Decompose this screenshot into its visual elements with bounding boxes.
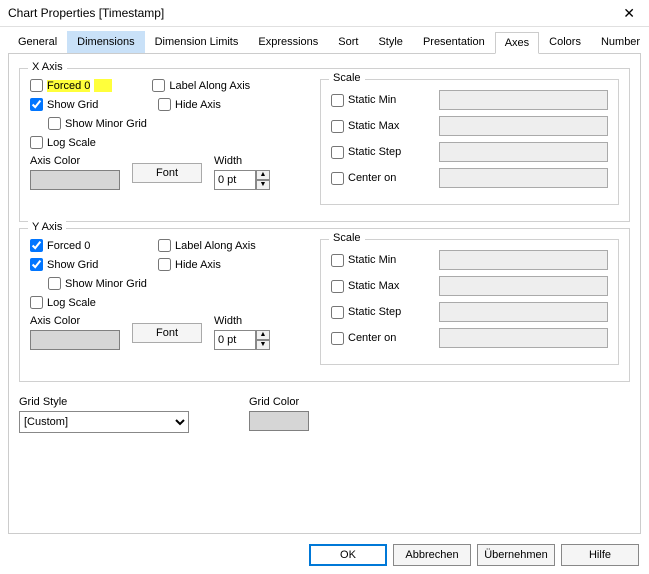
- y-static-min-input[interactable]: [439, 250, 608, 270]
- x-axis-color-label: Axis Color: [30, 155, 120, 167]
- x-static-max-input[interactable]: [439, 116, 608, 136]
- x-show-minor-grid-checkbox[interactable]: Show Minor Grid: [48, 117, 310, 130]
- x-axis-legend: X Axis: [28, 61, 67, 73]
- y-show-minor-grid-checkbox[interactable]: Show Minor Grid: [48, 277, 310, 290]
- y-center-on-checkbox[interactable]: Center on: [331, 332, 431, 345]
- y-hide-axis-checkbox[interactable]: Hide Axis: [158, 258, 221, 271]
- y-static-step-checkbox[interactable]: Static Step: [331, 306, 431, 319]
- x-center-on-input[interactable]: [439, 168, 608, 188]
- x-width-spinner[interactable]: ▲▼: [214, 170, 270, 190]
- help-button[interactable]: Hilfe: [561, 544, 639, 566]
- x-show-grid-checkbox[interactable]: Show Grid: [30, 98, 118, 111]
- x-hide-axis-checkbox[interactable]: Hide Axis: [158, 98, 221, 111]
- y-show-grid-checkbox[interactable]: Show Grid: [30, 258, 118, 271]
- tab-sort[interactable]: Sort: [328, 31, 368, 53]
- tab-presentation[interactable]: Presentation: [413, 31, 495, 53]
- tab-axes[interactable]: Axes: [495, 32, 539, 54]
- tab-number[interactable]: Number: [591, 31, 649, 53]
- x-static-max-checkbox[interactable]: Static Max: [331, 120, 431, 133]
- ok-button[interactable]: OK: [309, 544, 387, 566]
- apply-button[interactable]: Übernehmen: [477, 544, 555, 566]
- y-axis-group: Y Axis Forced 0 Label Along Axis Show Gr…: [19, 228, 630, 382]
- x-axis-color-swatch[interactable]: [30, 170, 120, 190]
- tab-dimension-limits[interactable]: Dimension Limits: [145, 31, 249, 53]
- x-scale-legend: Scale: [329, 72, 365, 84]
- y-scale-legend: Scale: [329, 232, 365, 244]
- y-width-label: Width: [214, 315, 270, 327]
- spin-up-icon[interactable]: ▲: [256, 170, 270, 180]
- cancel-button[interactable]: Abbrechen: [393, 544, 471, 566]
- close-icon[interactable]: ✕: [617, 6, 641, 20]
- spin-down-icon[interactable]: ▼: [256, 180, 270, 190]
- y-static-min-checkbox[interactable]: Static Min: [331, 254, 431, 267]
- y-scale-group: Scale Static Min Static Max Static Step …: [320, 239, 619, 365]
- grid-color-label: Grid Color: [249, 396, 309, 408]
- x-static-min-input[interactable]: [439, 90, 608, 110]
- x-width-label: Width: [214, 155, 270, 167]
- x-forced0-checkbox[interactable]: Forced 0: [30, 79, 112, 92]
- x-scale-group: Scale Static Min Static Max Static Step …: [320, 79, 619, 205]
- spin-up-icon[interactable]: ▲: [256, 330, 270, 340]
- x-static-min-checkbox[interactable]: Static Min: [331, 94, 431, 107]
- grid-color-swatch[interactable]: [249, 411, 309, 431]
- grid-style-label: Grid Style: [19, 396, 189, 408]
- x-axis-group: X Axis Forced 0 Label Along Axis Show Gr…: [19, 68, 630, 222]
- dialog-footer: OK Abbrechen Übernehmen Hilfe: [8, 544, 641, 566]
- tab-dimensions[interactable]: Dimensions: [67, 31, 144, 53]
- y-forced0-checkbox[interactable]: Forced 0: [30, 239, 118, 252]
- y-static-max-input[interactable]: [439, 276, 608, 296]
- x-log-scale-checkbox[interactable]: Log Scale: [30, 136, 310, 149]
- y-width-spinner[interactable]: ▲▼: [214, 330, 270, 350]
- y-center-on-input[interactable]: [439, 328, 608, 348]
- tab-expressions[interactable]: Expressions: [248, 31, 328, 53]
- y-axis-color-label: Axis Color: [30, 315, 120, 327]
- y-static-max-checkbox[interactable]: Static Max: [331, 280, 431, 293]
- y-log-scale-checkbox[interactable]: Log Scale: [30, 296, 310, 309]
- tab-bar: General Dimensions Dimension Limits Expr…: [8, 31, 641, 54]
- tab-general[interactable]: General: [8, 31, 67, 53]
- x-font-button[interactable]: Font: [132, 163, 202, 183]
- tab-colors[interactable]: Colors: [539, 31, 591, 53]
- x-static-step-checkbox[interactable]: Static Step: [331, 146, 431, 159]
- y-font-button[interactable]: Font: [132, 323, 202, 343]
- x-center-on-checkbox[interactable]: Center on: [331, 172, 431, 185]
- grid-style-select[interactable]: [Custom]: [19, 411, 189, 433]
- x-static-step-input[interactable]: [439, 142, 608, 162]
- spin-down-icon[interactable]: ▼: [256, 340, 270, 350]
- y-axis-legend: Y Axis: [28, 221, 66, 233]
- y-static-step-input[interactable]: [439, 302, 608, 322]
- y-axis-color-swatch[interactable]: [30, 330, 120, 350]
- tab-style[interactable]: Style: [368, 31, 412, 53]
- y-label-along-checkbox[interactable]: Label Along Axis: [158, 239, 256, 252]
- x-label-along-checkbox[interactable]: Label Along Axis: [152, 79, 250, 92]
- window-title: Chart Properties [Timestamp]: [8, 6, 164, 20]
